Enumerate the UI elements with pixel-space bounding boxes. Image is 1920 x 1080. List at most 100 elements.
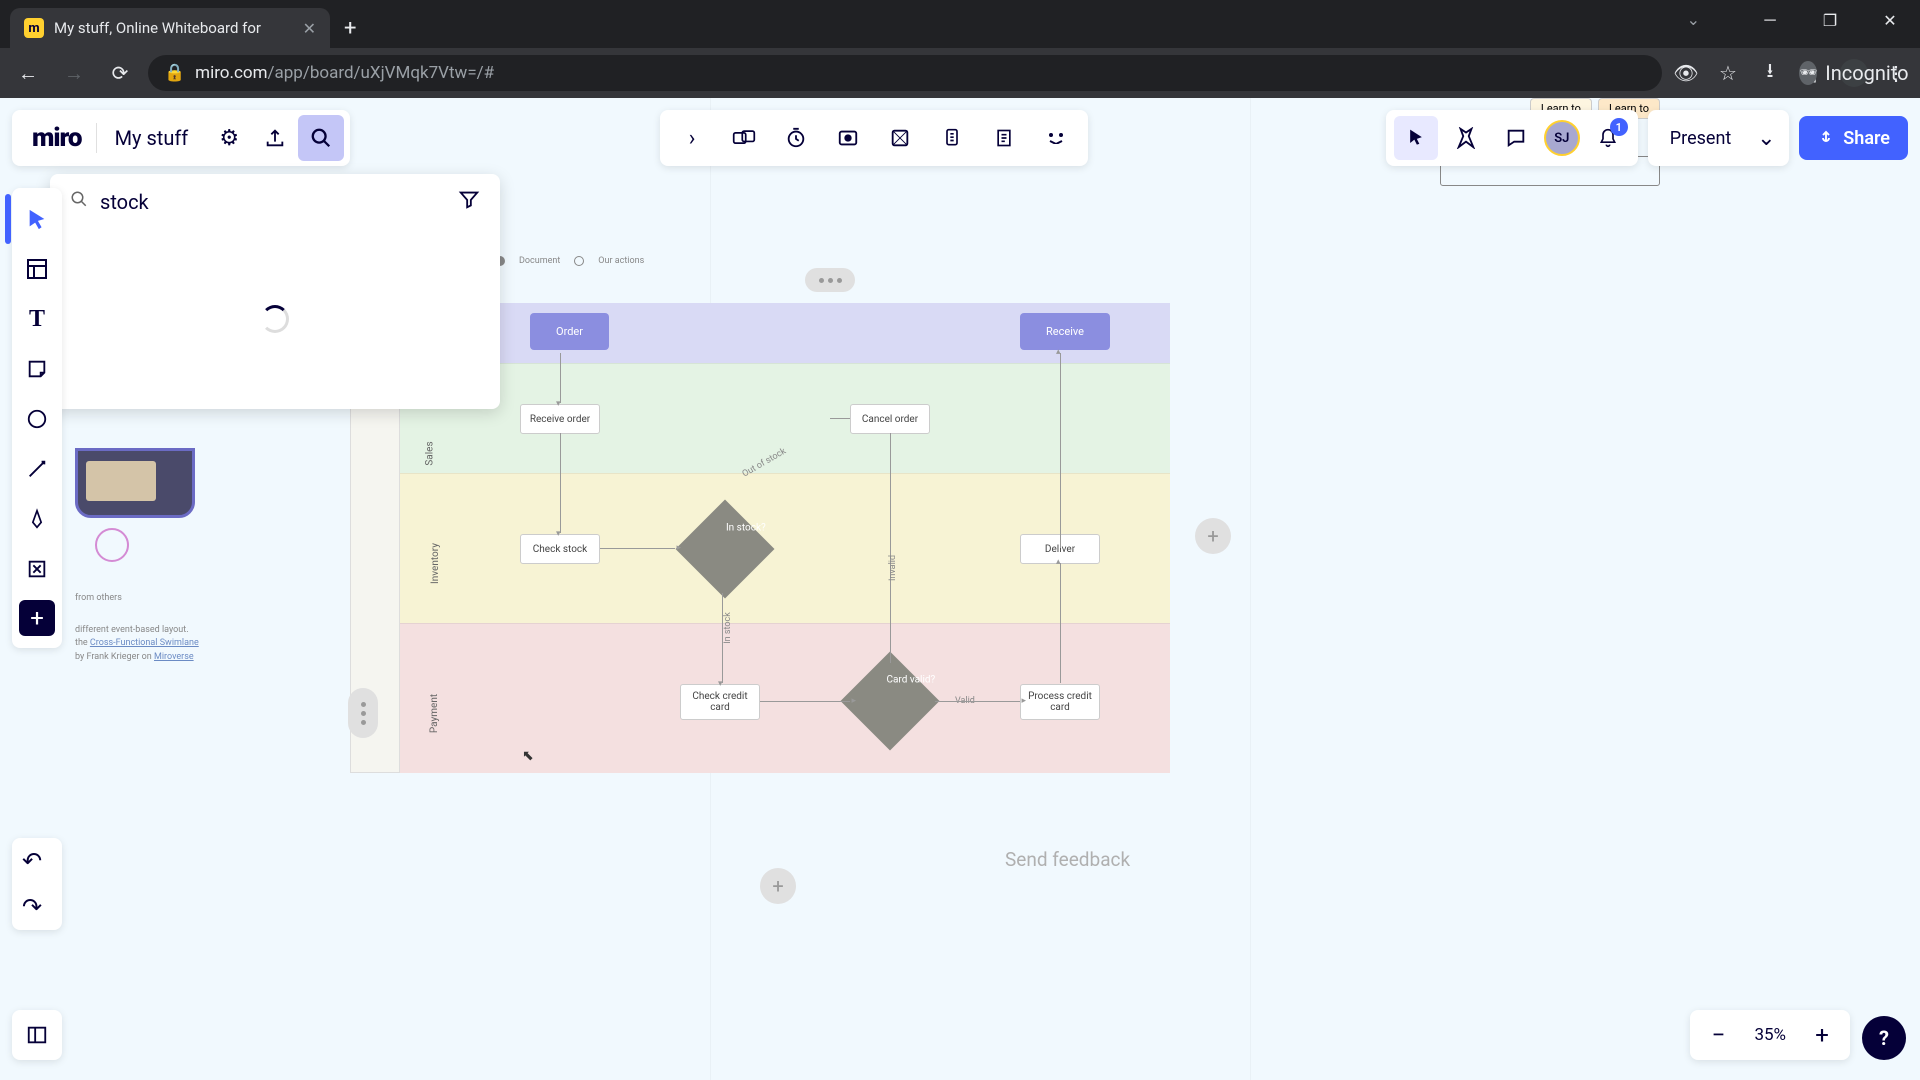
present-button[interactable]: Present: [1656, 116, 1746, 160]
line-tool[interactable]: [17, 444, 57, 494]
download-icon[interactable]: ⭳: [1756, 59, 1784, 87]
lock-icon: 🔒: [164, 63, 185, 83]
undo-button[interactable]: ↶: [12, 838, 52, 884]
shape-circle[interactable]: [95, 528, 129, 562]
swimlane-template-link[interactable]: Cross-Functional Swimlane: [90, 638, 199, 648]
search-button[interactable]: [298, 115, 344, 161]
eye-off-icon[interactable]: 👁: [1672, 59, 1700, 87]
search-icon: [70, 190, 88, 213]
node-in-stock[interactable]: In stock?: [676, 500, 775, 599]
add-frame-right-button[interactable]: +: [1195, 518, 1231, 554]
thumbnail[interactable]: [75, 448, 195, 518]
reactions-button[interactable]: [1444, 116, 1488, 160]
edge: [760, 701, 850, 702]
node-check-card[interactable]: Check credit card: [680, 684, 760, 720]
legend: Document Our actions: [495, 256, 644, 266]
edge-label-in-stock: In stock: [723, 612, 733, 644]
undo-redo-toolbar: ↶ ↷: [12, 838, 62, 930]
sticky-note-tool[interactable]: [17, 344, 57, 394]
more-apps-button[interactable]: [1032, 116, 1080, 160]
forward-button[interactable]: →: [56, 55, 92, 91]
node-process-card[interactable]: Process credit card: [1020, 684, 1100, 720]
send-feedback-link[interactable]: Send feedback: [1005, 848, 1130, 871]
swimlane-frame[interactable]: Order Receive Receive order Cancel order…: [400, 303, 1170, 773]
tab-title: My stuff, Online Whiteboard for: [54, 19, 293, 37]
spinner-icon: [261, 305, 289, 333]
board-name[interactable]: My stuff: [97, 126, 207, 150]
window-controls: ─ ❐ ✕: [1740, 0, 1920, 40]
lane-label-payment: Payment: [429, 694, 440, 733]
shape-tool[interactable]: [17, 394, 57, 444]
redo-button[interactable]: ↷: [12, 884, 52, 930]
lane-label-sales: Sales: [425, 441, 436, 465]
zoom-in-button[interactable]: +: [1802, 1015, 1842, 1055]
frame-menu-button[interactable]: [805, 268, 855, 292]
voting-button[interactable]: [824, 116, 872, 160]
search-results-loading: [50, 229, 500, 409]
order-header[interactable]: Order: [530, 313, 609, 350]
pen-tool[interactable]: [17, 494, 57, 544]
share-button[interactable]: Share: [1799, 116, 1908, 160]
more-tools-button[interactable]: +: [19, 600, 55, 636]
notes-button[interactable]: [980, 116, 1028, 160]
talktrack-button[interactable]: [928, 116, 976, 160]
notifications-button[interactable]: 1: [1586, 116, 1630, 160]
node-cancel-order[interactable]: Cancel order: [850, 404, 930, 434]
swimlane-header: Order Receive: [400, 303, 1170, 363]
zoom-level[interactable]: 35%: [1744, 1025, 1796, 1045]
help-button[interactable]: ?: [1862, 1016, 1906, 1060]
left-toolbar: T +: [12, 188, 62, 648]
add-frame-bottom-button[interactable]: +: [760, 868, 796, 904]
minimize-button[interactable]: ─: [1740, 0, 1800, 40]
new-tab-button[interactable]: +: [330, 8, 370, 48]
url-input[interactable]: 🔒 miro.com/app/board/uXjVMqk7Vtw=/#: [148, 55, 1662, 91]
incognito-badge[interactable]: 🕶 Incognito: [1840, 59, 1868, 87]
timer-button[interactable]: [772, 116, 820, 160]
frames-panel-toggle[interactable]: [12, 1010, 62, 1060]
browser-chrome: m My stuff, Online Whiteboard for ✕ + ⌄ …: [0, 0, 1920, 98]
search-row: [50, 174, 500, 229]
back-button[interactable]: ←: [10, 55, 46, 91]
legend-circle-icon: [574, 256, 584, 266]
user-avatar[interactable]: SJ: [1544, 120, 1580, 156]
receive-header[interactable]: Receive: [1020, 313, 1110, 350]
search-input[interactable]: [100, 190, 446, 214]
browser-tab[interactable]: m My stuff, Online Whiteboard for ✕: [10, 8, 330, 48]
maximize-button[interactable]: ❐: [1800, 0, 1860, 40]
close-window-button[interactable]: ✕: [1860, 0, 1920, 40]
notification-badge: 1: [1610, 118, 1628, 136]
miroverse-link[interactable]: Miroverse: [154, 652, 194, 662]
lane-inventory[interactable]: Check stock In stock? Deliver: [400, 473, 1170, 623]
zoom-out-button[interactable]: −: [1698, 1015, 1738, 1055]
frame-tool[interactable]: [17, 544, 57, 594]
reload-button[interactable]: ⟳: [102, 55, 138, 91]
export-button[interactable]: [252, 115, 298, 161]
close-tab-icon[interactable]: ✕: [303, 19, 316, 38]
tabs-dropdown-icon[interactable]: ⌄: [1687, 10, 1700, 29]
estimation-button[interactable]: [876, 116, 924, 160]
app-viewport: Document Our actions Order Receive Recei…: [0, 98, 1920, 1080]
edge: [560, 353, 561, 403]
collaboration-toolbar: ›: [660, 110, 1088, 166]
pointer-mode-button[interactable]: [1394, 116, 1438, 160]
frame-side-menu-button[interactable]: [348, 688, 378, 738]
present-group: Present ⌄: [1648, 110, 1790, 166]
search-panel: [50, 174, 500, 409]
present-dropdown-button[interactable]: ⌄: [1751, 116, 1781, 160]
miro-logo[interactable]: miro: [18, 123, 96, 153]
hide-collaborators-button[interactable]: [720, 116, 768, 160]
browser-menu-icon[interactable]: ⋮: [1882, 59, 1910, 87]
tab-bar: m My stuff, Online Whiteboard for ✕ +: [0, 0, 1920, 48]
lane-payment[interactable]: Check credit card Card valid? Process cr…: [400, 623, 1170, 773]
settings-button[interactable]: ⚙: [206, 115, 252, 161]
star-icon[interactable]: ☆: [1714, 59, 1742, 87]
text-tool[interactable]: T: [17, 294, 57, 344]
edge: [890, 433, 891, 663]
address-bar: ← → ⟳ 🔒 miro.com/app/board/uXjVMqk7Vtw=/…: [0, 48, 1920, 98]
comments-button[interactable]: [1494, 116, 1538, 160]
templates-tool[interactable]: [17, 244, 57, 294]
select-tool[interactable]: [17, 194, 57, 244]
filter-button[interactable]: [458, 188, 480, 215]
expand-toolbar-button[interactable]: ›: [668, 116, 716, 160]
board-header: miro My stuff ⚙: [12, 110, 350, 166]
